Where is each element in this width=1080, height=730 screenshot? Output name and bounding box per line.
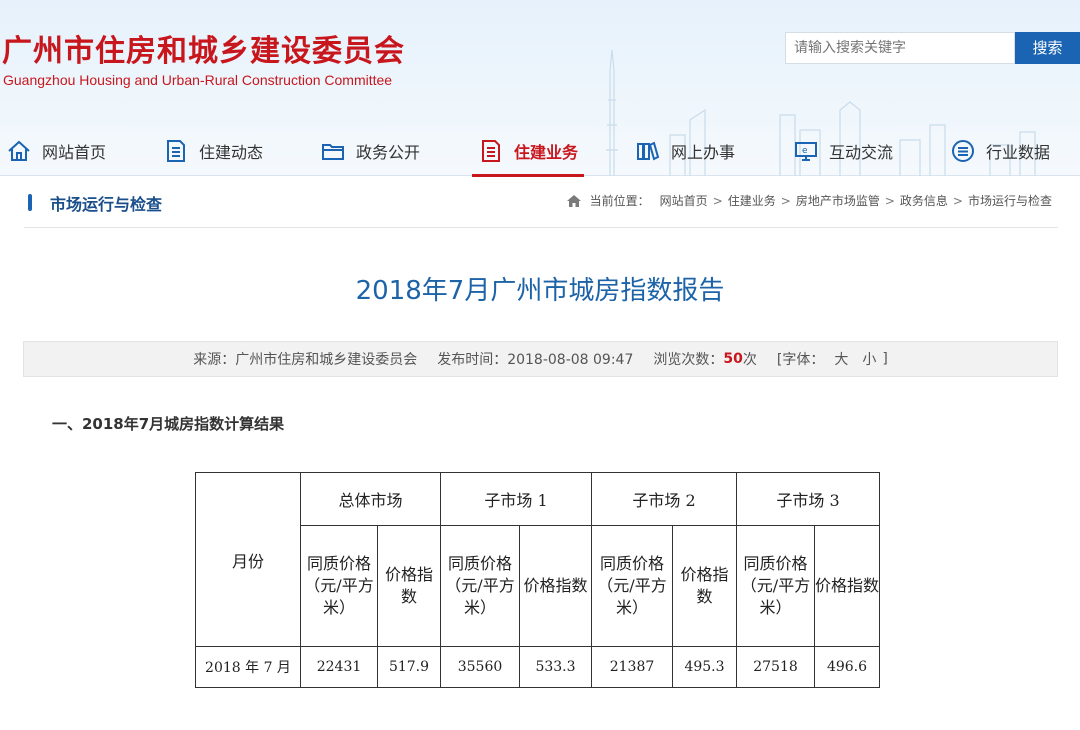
section-subheading: 一、2018年7月城房指数计算结果 xyxy=(52,415,285,433)
font-large-button[interactable]: 大 xyxy=(834,349,848,369)
table-cell-value: 35560 xyxy=(440,646,520,688)
table-header-month: 月份 xyxy=(195,472,301,647)
table-header-index: 价格指数 xyxy=(377,525,441,647)
section-marker xyxy=(28,194,32,211)
svg-text:e: e xyxy=(802,146,808,156)
home-icon xyxy=(566,194,581,207)
table-cell-value: 21387 xyxy=(591,646,673,688)
nav-label: 网站首页 xyxy=(42,143,107,162)
table-header-price: 同质价格（元/平方米） xyxy=(591,525,673,647)
table-cell-value: 495.3 xyxy=(672,646,737,688)
table-cell-month: 2018 年 7 月 xyxy=(195,646,301,688)
table-cell-value: 533.3 xyxy=(519,646,592,688)
view-count: 50 xyxy=(723,351,743,367)
nav-item-interaction[interactable]: e 互动交流 xyxy=(793,126,893,176)
site-title[interactable]: 广州市住房和城乡建设委员会 xyxy=(2,26,405,70)
font-size-label: [字体： xyxy=(776,352,825,368)
table-header-row: 月份 总体市场 子市场 1 子市场 2 子市场 3 xyxy=(195,472,880,647)
table-header-price: 同质价格（元/平方米） xyxy=(736,525,815,647)
nav-item-online-services[interactable]: 网上办事 xyxy=(635,126,735,176)
table-header-index: 价格指数 xyxy=(814,525,880,647)
article-meta-bar: 来源：广州市住房和城乡建设委员会 发布时间：2018-08-08 09:47 浏… xyxy=(23,341,1058,377)
nav-item-home[interactable]: 网站首页 xyxy=(6,126,106,176)
table-group-header: 总体市场 xyxy=(300,472,441,526)
breadcrumb-separator: > xyxy=(952,193,963,208)
list-circle-icon xyxy=(952,140,974,162)
nav-label: 网上办事 xyxy=(671,143,736,162)
breadcrumb-separator: > xyxy=(884,193,895,208)
section-bar: 市场运行与检查 当前位置： 网站首页 > 住建业务 > 房地产市场监管 > 政务… xyxy=(24,186,1058,228)
nav-item-gov-affairs[interactable]: 政务公开 xyxy=(320,126,420,176)
article-source: 来源：广州市住房和城乡建设委员会 xyxy=(193,352,418,368)
books-icon xyxy=(637,141,660,161)
table-cell-value: 517.9 xyxy=(377,646,441,688)
table-cell-value: 22431 xyxy=(300,646,378,688)
search-button[interactable]: 搜索 xyxy=(1015,32,1080,64)
nav-label: 住建动态 xyxy=(199,143,264,162)
site-header: 广州市住房和城乡建设委员会 Guangzhou Housing and Urba… xyxy=(0,0,1080,177)
home-icon xyxy=(8,140,30,161)
table-cell-value: 496.6 xyxy=(814,646,880,688)
site-subtitle: Guangzhou Housing and Urban-Rural Constr… xyxy=(3,72,393,88)
nav-label: 行业数据 xyxy=(986,143,1051,162)
table-header-price: 同质价格（元/平方米） xyxy=(300,525,378,647)
document-icon xyxy=(482,140,500,162)
nav-label: 互动交流 xyxy=(829,143,894,162)
breadcrumb-separator: > xyxy=(712,193,723,208)
table-header-index: 价格指数 xyxy=(519,525,592,647)
housing-index-table: 月份 总体市场 子市场 1 子市场 2 子市场 3 同质价格（元/平方米） 价格… xyxy=(195,472,880,688)
view-count-label: 浏览次数： xyxy=(653,352,724,368)
breadcrumb-link-gov-info[interactable]: 政务信息 xyxy=(900,192,948,209)
folder-icon xyxy=(322,144,344,160)
view-count-suffix: 次 xyxy=(742,352,757,368)
table-header-index: 价格指数 xyxy=(672,525,737,647)
nav-item-news[interactable]: 住建动态 xyxy=(163,126,263,176)
table-cell-value: 27518 xyxy=(736,646,815,688)
breadcrumb-separator: > xyxy=(780,193,791,208)
nav-label: 政务公开 xyxy=(356,143,421,162)
article-title: 2018年7月广州市城房指数报告 xyxy=(355,276,725,306)
main-nav: 网站首页 住建动态 政务公开 住建业务 网上办事 e 互动交流 行业数据 xyxy=(0,126,1080,177)
table-group-header: 子市场 3 xyxy=(736,472,880,526)
nav-item-business[interactable]: 住建业务 xyxy=(471,126,585,177)
section-title[interactable]: 市场运行与检查 xyxy=(50,191,162,215)
nav-item-industry-data[interactable]: 行业数据 xyxy=(950,126,1050,176)
table-row: 2018 年 7 月 22431 517.9 35560 533.3 21387… xyxy=(195,646,880,688)
monitor-icon: e xyxy=(795,142,817,161)
nav-label: 住建业务 xyxy=(514,143,579,162)
breadcrumb-link-home[interactable]: 网站首页 xyxy=(660,192,708,209)
table-group-header: 子市场 1 xyxy=(440,472,592,526)
table-group-header: 子市场 2 xyxy=(591,472,737,526)
font-size-close: ] xyxy=(882,351,888,367)
font-small-button[interactable]: 小 xyxy=(862,349,876,369)
breadcrumb: 当前位置： 网站首页 > 住建业务 > 房地产市场监管 > 政务信息 > 市场运… xyxy=(566,192,1052,209)
breadcrumb-link-business[interactable]: 住建业务 xyxy=(728,192,776,209)
search-input[interactable] xyxy=(785,32,1015,64)
breadcrumb-prefix: 当前位置： xyxy=(589,194,650,208)
table-header-price: 同质价格（元/平方米） xyxy=(440,525,520,647)
document-icon xyxy=(167,140,185,162)
breadcrumb-link-current[interactable]: 市场运行与检查 xyxy=(968,192,1052,209)
breadcrumb-link-real-estate[interactable]: 房地产市场监管 xyxy=(796,192,880,209)
article-publish-time: 发布时间：2018-08-08 09:47 xyxy=(437,352,634,368)
